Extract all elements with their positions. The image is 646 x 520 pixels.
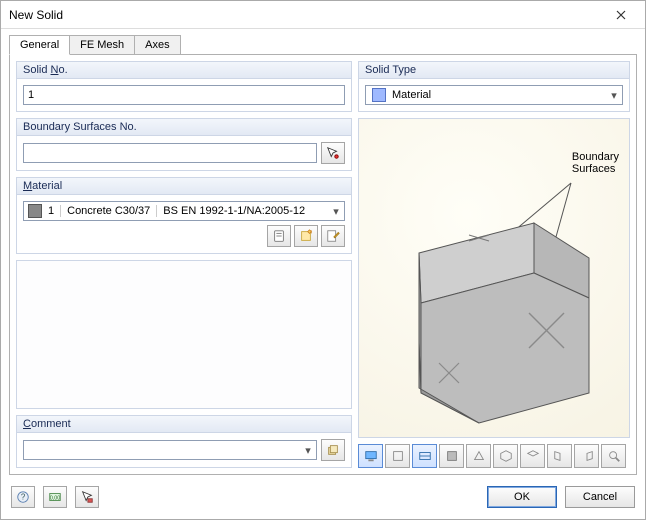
material-select[interactable]: 1 Concrete C30/37 BS EN 1992-1-1/NA:2005…	[23, 201, 345, 221]
view-yz-button[interactable]	[574, 444, 599, 468]
wire-icon	[391, 449, 405, 463]
boundary-surfaces-input[interactable]	[23, 143, 317, 163]
solid-type-value: Material	[392, 89, 606, 101]
view-fit-button[interactable]	[601, 444, 626, 468]
material-code: BS EN 1992-1-1/NA:2005-12	[157, 205, 328, 217]
empty-panel	[16, 260, 352, 409]
tab-general[interactable]: General	[9, 35, 70, 55]
view-xy-button[interactable]	[520, 444, 545, 468]
material-index: 1	[46, 205, 61, 217]
material-name: Concrete C30/37	[61, 205, 157, 217]
group-header: Boundary Surfaces No.	[17, 119, 351, 136]
material-edit-button[interactable]	[321, 225, 345, 247]
help-icon: ?	[16, 490, 30, 504]
view-xz-button[interactable]	[547, 444, 572, 468]
view-solid-button[interactable]	[439, 444, 464, 468]
svg-text:0,00: 0,00	[50, 496, 60, 502]
svg-text:?: ?	[21, 493, 26, 502]
book-icon	[272, 229, 286, 243]
close-icon	[616, 10, 626, 20]
view-wireframe-button[interactable]	[385, 444, 410, 468]
view-iso-button[interactable]	[493, 444, 518, 468]
comment-select[interactable]: ▾	[23, 440, 317, 460]
view-toolbar	[358, 444, 630, 468]
right-column: Solid Type Material ▾ Boundary Surfaces	[358, 61, 630, 468]
group-solid-type: Solid Type Material ▾	[358, 61, 630, 112]
group-header: Solid Type	[359, 62, 629, 79]
group-header: Comment	[17, 416, 351, 433]
solid-type-swatch-icon	[372, 88, 386, 102]
cursor-color-icon	[80, 490, 94, 504]
group-solid-no: Solid No.	[16, 61, 352, 112]
pick-surfaces-button[interactable]	[321, 142, 345, 164]
xz-icon	[553, 449, 567, 463]
tab-label: Axes	[145, 39, 169, 51]
tab-label: General	[20, 39, 59, 51]
title-bar: New Solid	[1, 1, 645, 29]
iso-icon	[499, 449, 513, 463]
view-perspective-button[interactable]	[466, 444, 491, 468]
persp-icon	[472, 449, 486, 463]
cancel-button[interactable]: Cancel	[565, 486, 635, 508]
edit-icon	[326, 229, 340, 243]
group-comment: Comment ▾	[16, 415, 352, 468]
preview-pane: Boundary Surfaces	[358, 118, 630, 438]
group-material: Material 1 Concrete C30/37 BS EN 1992-1-…	[16, 177, 352, 254]
xy-icon	[526, 449, 540, 463]
chevron-down-icon: ▾	[606, 89, 622, 102]
material-swatch-icon	[28, 204, 42, 218]
help-button[interactable]: ?	[11, 486, 35, 508]
new-icon	[299, 229, 313, 243]
chevron-down-icon: ▾	[328, 205, 344, 218]
comment-library-button[interactable]	[321, 439, 345, 461]
pick-color-button[interactable]	[75, 486, 99, 508]
close-button[interactable]	[601, 4, 641, 26]
tab-strip: General FE Mesh Axes	[1, 29, 645, 54]
solid-type-select[interactable]: Material ▾	[365, 85, 623, 105]
screen-icon	[364, 449, 378, 463]
material-new-button[interactable]	[294, 225, 318, 247]
view-mode-button[interactable]	[358, 444, 383, 468]
window-title: New Solid	[9, 8, 63, 22]
group-boundary-surfaces: Boundary Surfaces No.	[16, 118, 352, 171]
units-button[interactable]: 0,00	[43, 486, 67, 508]
solid-icon	[445, 449, 459, 463]
solid-no-input[interactable]	[23, 85, 345, 105]
preview-boundary-label: Boundary Surfaces	[572, 151, 619, 175]
chevron-down-icon: ▾	[300, 444, 316, 457]
frame-icon	[418, 449, 432, 463]
pick-icon	[326, 146, 340, 160]
dialog-window: New Solid General FE Mesh Axes Solid No.…	[0, 0, 646, 520]
tab-axes[interactable]: Axes	[134, 35, 180, 54]
tab-fe-mesh[interactable]: FE Mesh	[69, 35, 135, 54]
group-header: Material	[17, 178, 351, 195]
tab-body: Solid No. Boundary Surfaces No.	[9, 54, 637, 475]
stack-icon	[326, 443, 340, 457]
left-column: Solid No. Boundary Surfaces No.	[16, 61, 352, 468]
yz-icon	[580, 449, 594, 463]
footer: ? 0,00 OK Cancel	[1, 475, 645, 519]
group-header: Solid No.	[17, 62, 351, 79]
material-library-button[interactable]	[267, 225, 291, 247]
tab-label: FE Mesh	[80, 39, 124, 51]
ok-button[interactable]: OK	[487, 486, 557, 508]
units-icon: 0,00	[48, 490, 62, 504]
zoom-icon	[607, 449, 621, 463]
view-frame-button[interactable]	[412, 444, 437, 468]
